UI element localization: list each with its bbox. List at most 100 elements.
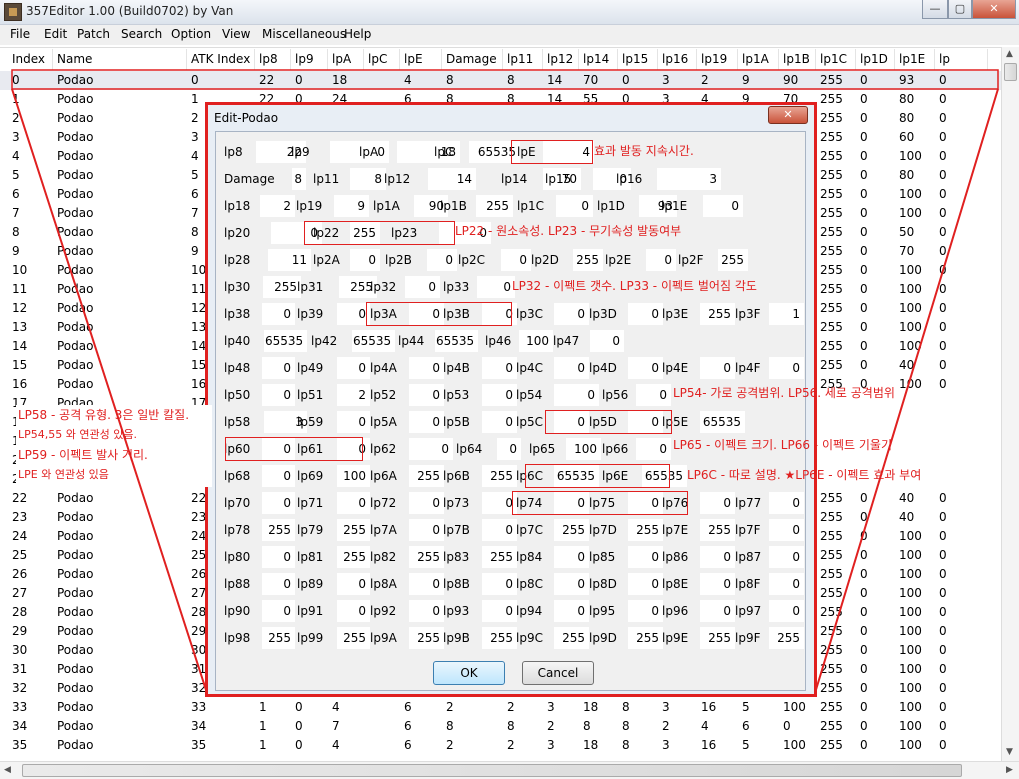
field-input-lp70[interactable]: 0 [262, 492, 295, 514]
field-input-lp77[interactable]: 0 [769, 492, 804, 514]
field-input-lp87[interactable]: 0 [769, 546, 804, 568]
field-input-lp7c[interactable]: 255 [554, 519, 589, 541]
field-input-lp8e[interactable]: 0 [700, 573, 735, 595]
field-input-lp30[interactable]: 255 [263, 276, 301, 298]
field-input-lp72[interactable]: 0 [409, 492, 444, 514]
field-input-lp64[interactable]: 0 [497, 438, 521, 460]
field-input-lp76[interactable]: 0 [700, 492, 735, 514]
field-input-lp4e[interactable]: 0 [700, 357, 735, 379]
field-input-lp42[interactable]: 65535 [352, 330, 395, 352]
field-input-lp7e[interactable]: 255 [700, 519, 735, 541]
field-input-lp33[interactable]: 0 [477, 276, 515, 298]
column-header-lp[interactable]: lp [935, 49, 988, 70]
field-input-lp2d[interactable]: 255 [573, 249, 603, 271]
dialog-close-button[interactable]: ✕ [768, 106, 808, 124]
field-input-lp16[interactable]: 3 [657, 168, 721, 190]
field-input-damage[interactable]: 8 [292, 168, 306, 190]
field-input-lp71[interactable]: 0 [337, 492, 370, 514]
field-input-lp1e[interactable]: 0 [703, 195, 743, 217]
menu-view[interactable]: View [222, 27, 250, 41]
field-input-lp81[interactable]: 255 [337, 546, 370, 568]
field-input-lp2a[interactable]: 0 [350, 249, 380, 271]
field-input-lp66[interactable]: 0 [636, 438, 671, 460]
cancel-button[interactable]: Cancel [522, 661, 594, 685]
field-input-lp7b[interactable]: 0 [482, 519, 517, 541]
field-input-lp18[interactable]: 2 [260, 195, 295, 217]
field-input-lp2f[interactable]: 255 [718, 249, 748, 271]
field-input-lp2b[interactable]: 0 [427, 249, 457, 271]
minimize-button[interactable]: — [922, 0, 948, 19]
field-input-lp92[interactable]: 0 [409, 600, 444, 622]
field-input-lp46[interactable]: 100 [519, 330, 553, 352]
field-input-lp9c[interactable]: 255 [554, 627, 589, 649]
field-input-lp8c[interactable]: 0 [554, 573, 589, 595]
field-input-lp5b[interactable]: 0 [482, 411, 517, 433]
field-input-lp1c[interactable]: 0 [556, 195, 593, 217]
field-input-lp12[interactable]: 14 [428, 168, 476, 190]
field-input-lp6a[interactable]: 255 [409, 465, 444, 487]
field-input-lp93[interactable]: 0 [482, 600, 517, 622]
field-input-lp1b[interactable]: 255 [476, 195, 513, 217]
field-input-lp3f[interactable]: 1 [769, 303, 804, 325]
column-header-lp19[interactable]: lp19 [697, 49, 738, 70]
field-input-lp2c[interactable]: 0 [501, 249, 531, 271]
field-input-lp96[interactable]: 0 [700, 600, 735, 622]
field-input-lp82[interactable]: 255 [409, 546, 444, 568]
field-input-lp62[interactable]: 0 [409, 438, 453, 460]
column-header-lpa[interactable]: lpA [328, 49, 364, 70]
field-input-lp99[interactable]: 255 [337, 627, 370, 649]
scroll-left-icon[interactable]: ◀ [4, 765, 11, 775]
column-header-lp14[interactable]: lp14 [579, 49, 618, 70]
field-input-lp89[interactable]: 0 [337, 573, 370, 595]
field-input-lp8d[interactable]: 0 [628, 573, 663, 595]
field-input-lp9b[interactable]: 255 [482, 627, 517, 649]
menu-patch[interactable]: Patch [77, 27, 110, 41]
menu-miscellaneous[interactable]: Miscellaneous [262, 27, 346, 41]
column-header-lp16[interactable]: lp16 [658, 49, 697, 70]
scroll-right-icon[interactable]: ▶ [1006, 765, 1013, 775]
column-header-lp1e[interactable]: lp1E [895, 49, 935, 70]
field-input-lp85[interactable]: 0 [628, 546, 663, 568]
field-input-lp5e[interactable]: 65535 [700, 411, 745, 433]
menu-search[interactable]: Search [121, 27, 162, 41]
field-input-lp3c[interactable]: 0 [554, 303, 589, 325]
vertical-scrollbar[interactable]: ▲ ▼ [1001, 47, 1019, 761]
field-input-lp9e[interactable]: 255 [700, 627, 735, 649]
field-input-lp4b[interactable]: 0 [482, 357, 517, 379]
table-row[interactable]: 33 Podao 33 1 0 4 6 2 2 3 18 8 3 16 5 100 255 0 100 0 [0, 698, 1005, 717]
scroll-up-icon[interactable]: ▲ [1006, 49, 1013, 59]
table-row[interactable]: 0 Podao 0 22 0 18 4 8 8 14 70 0 3 2 9 90 255 0 93 0 [0, 71, 1005, 90]
field-input-lp49[interactable]: 0 [337, 357, 370, 379]
field-input-lp90[interactable]: 0 [262, 600, 295, 622]
field-input-lp78[interactable]: 255 [262, 519, 295, 541]
column-header-lp9[interactable]: lp9 [291, 49, 328, 70]
field-input-lp51[interactable]: 2 [337, 384, 370, 406]
field-input-lp88[interactable]: 0 [262, 573, 295, 595]
horizontal-scrollbar[interactable]: ◀ ▶ [0, 761, 1019, 779]
column-header-index[interactable]: Index [8, 49, 53, 70]
field-input-lp8b[interactable]: 0 [482, 573, 517, 595]
field-input-lp80[interactable]: 0 [262, 546, 295, 568]
vertical-scroll-thumb[interactable] [1004, 63, 1017, 81]
field-input-lp69[interactable]: 100 [337, 465, 370, 487]
field-input-lp4c[interactable]: 0 [554, 357, 589, 379]
column-header-lp8[interactable]: lp8 [255, 49, 291, 70]
column-header-lpe[interactable]: lpE [400, 49, 442, 70]
menu-help[interactable]: Help [344, 27, 371, 41]
field-input-lp32[interactable]: 0 [405, 276, 440, 298]
field-input-lp4d[interactable]: 0 [628, 357, 663, 379]
field-input-lp3e[interactable]: 255 [700, 303, 735, 325]
field-input-lp40[interactable]: 65535 [264, 330, 307, 352]
column-header-lp12[interactable]: lp12 [543, 49, 579, 70]
field-input-lp86[interactable]: 0 [700, 546, 735, 568]
field-input-lp48[interactable]: 0 [262, 357, 295, 379]
column-header-damage[interactable]: Damage [442, 49, 503, 70]
field-input-lp59[interactable]: 0 [337, 411, 370, 433]
column-header-lp15[interactable]: lp15 [618, 49, 658, 70]
field-input-lp91[interactable]: 0 [337, 600, 370, 622]
column-header-lp1d[interactable]: lp1D [856, 49, 895, 70]
field-input-lp9f[interactable]: 255 [769, 627, 804, 649]
field-input-lp44[interactable]: 65535 [435, 330, 478, 352]
ok-button[interactable]: OK [433, 661, 505, 685]
field-input-lp6b[interactable]: 255 [482, 465, 517, 487]
